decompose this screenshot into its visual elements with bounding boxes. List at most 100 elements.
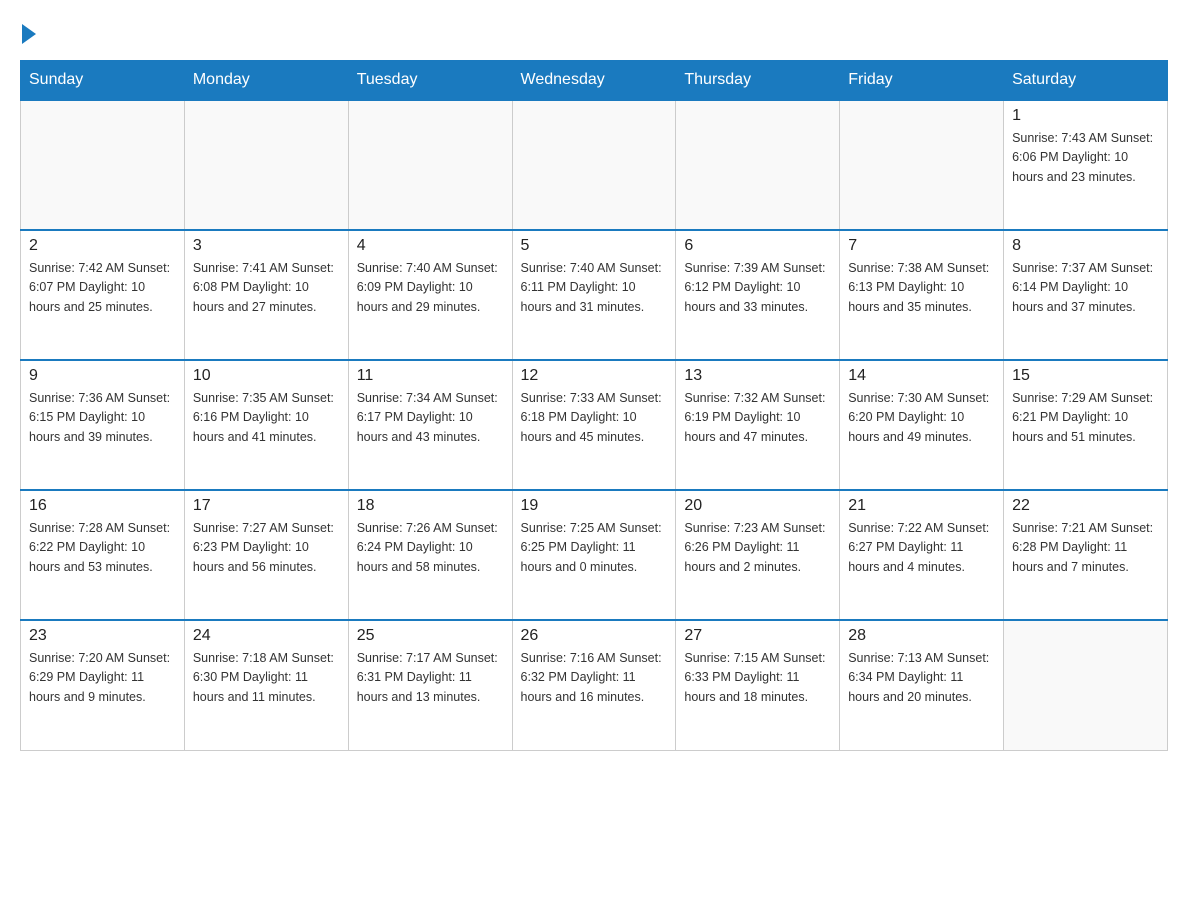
day-number: 8 [1012, 237, 1159, 255]
cell-detail: Sunrise: 7:15 AM Sunset: 6:33 PM Dayligh… [684, 649, 831, 707]
cell-detail: Sunrise: 7:42 AM Sunset: 6:07 PM Dayligh… [29, 259, 176, 317]
day-number: 15 [1012, 367, 1159, 385]
cell-detail: Sunrise: 7:26 AM Sunset: 6:24 PM Dayligh… [357, 519, 504, 577]
day-number: 1 [1012, 107, 1159, 125]
calendar-cell: 15 Sunrise: 7:29 AM Sunset: 6:21 PM Dayli… [1004, 360, 1168, 490]
calendar-cell: 16 Sunrise: 7:28 AM Sunset: 6:22 PM Dayli… [21, 490, 185, 620]
calendar-cell [348, 100, 512, 230]
day-number: 11 [357, 367, 504, 385]
calendar-cell: 7Sunrise: 7:38 AM Sunset: 6:13 PM Daylig… [840, 230, 1004, 360]
weekday-header-thursday: Thursday [676, 61, 840, 101]
calendar-cell: 11 Sunrise: 7:34 AM Sunset: 6:17 PM Dayli… [348, 360, 512, 490]
calendar-cell: 14 Sunrise: 7:30 AM Sunset: 6:20 PM Dayli… [840, 360, 1004, 490]
cell-detail: Sunrise: 7:29 AM Sunset: 6:21 PM Dayligh… [1012, 389, 1159, 447]
calendar-cell: 20 Sunrise: 7:23 AM Sunset: 6:26 PM Dayli… [676, 490, 840, 620]
day-number: 7 [848, 237, 995, 255]
cell-detail: Sunrise: 7:40 AM Sunset: 6:09 PM Dayligh… [357, 259, 504, 317]
day-number: 25 [357, 627, 504, 645]
day-number: 3 [193, 237, 340, 255]
day-number: 28 [848, 627, 995, 645]
weekday-header-saturday: Saturday [1004, 61, 1168, 101]
day-number: 26 [521, 627, 668, 645]
cell-detail: Sunrise: 7:41 AM Sunset: 6:08 PM Dayligh… [193, 259, 340, 317]
weekday-header-tuesday: Tuesday [348, 61, 512, 101]
weekday-header-friday: Friday [840, 61, 1004, 101]
cell-detail: Sunrise: 7:17 AM Sunset: 6:31 PM Dayligh… [357, 649, 504, 707]
calendar-week-row: 9 Sunrise: 7:36 AM Sunset: 6:15 PM Daylig… [21, 360, 1168, 490]
day-number: 16 [29, 497, 176, 515]
logo-arrow-icon [22, 24, 36, 44]
cell-detail: Sunrise: 7:16 AM Sunset: 6:32 PM Dayligh… [521, 649, 668, 707]
calendar-cell: 6 Sunrise: 7:39 AM Sunset: 6:12 PM Daylig… [676, 230, 840, 360]
weekday-header-sunday: Sunday [21, 61, 185, 101]
cell-detail: Sunrise: 7:30 AM Sunset: 6:20 PM Dayligh… [848, 389, 995, 447]
calendar-week-row: 1 Sunrise: 7:43 AM Sunset: 6:06 PM Daylig… [21, 100, 1168, 230]
calendar-cell: 25 Sunrise: 7:17 AM Sunset: 6:31 PM Dayli… [348, 620, 512, 750]
cell-detail: Sunrise: 7:33 AM Sunset: 6:18 PM Dayligh… [521, 389, 668, 447]
weekday-header-monday: Monday [184, 61, 348, 101]
calendar-cell: 10 Sunrise: 7:35 AM Sunset: 6:16 PM Dayli… [184, 360, 348, 490]
calendar-cell: 4 Sunrise: 7:40 AM Sunset: 6:09 PM Daylig… [348, 230, 512, 360]
calendar-cell: 19 Sunrise: 7:25 AM Sunset: 6:25 PM Dayli… [512, 490, 676, 620]
weekday-header-row: SundayMondayTuesdayWednesdayThursdayFrid… [21, 61, 1168, 101]
logo [20, 20, 36, 44]
day-number: 9 [29, 367, 176, 385]
calendar-cell: 21Sunrise: 7:22 AM Sunset: 6:27 PM Dayli… [840, 490, 1004, 620]
cell-detail: Sunrise: 7:23 AM Sunset: 6:26 PM Dayligh… [684, 519, 831, 577]
day-number: 22 [1012, 497, 1159, 515]
weekday-header-wednesday: Wednesday [512, 61, 676, 101]
calendar-cell: 23Sunrise: 7:20 AM Sunset: 6:29 PM Dayli… [21, 620, 185, 750]
calendar-cell [1004, 620, 1168, 750]
day-number: 5 [521, 237, 668, 255]
calendar-week-row: 16 Sunrise: 7:28 AM Sunset: 6:22 PM Dayli… [21, 490, 1168, 620]
cell-detail: Sunrise: 7:18 AM Sunset: 6:30 PM Dayligh… [193, 649, 340, 707]
cell-detail: Sunrise: 7:25 AM Sunset: 6:25 PM Dayligh… [521, 519, 668, 577]
calendar-cell: 5 Sunrise: 7:40 AM Sunset: 6:11 PM Daylig… [512, 230, 676, 360]
cell-detail: Sunrise: 7:20 AM Sunset: 6:29 PM Dayligh… [29, 649, 176, 707]
day-number: 21 [848, 497, 995, 515]
cell-detail: Sunrise: 7:40 AM Sunset: 6:11 PM Dayligh… [521, 259, 668, 317]
cell-detail: Sunrise: 7:35 AM Sunset: 6:16 PM Dayligh… [193, 389, 340, 447]
calendar-cell: 12 Sunrise: 7:33 AM Sunset: 6:18 PM Dayli… [512, 360, 676, 490]
calendar-cell: 18Sunrise: 7:26 AM Sunset: 6:24 PM Dayli… [348, 490, 512, 620]
calendar-cell: 28 Sunrise: 7:13 AM Sunset: 6:34 PM Dayli… [840, 620, 1004, 750]
calendar-cell: 17 Sunrise: 7:27 AM Sunset: 6:23 PM Dayli… [184, 490, 348, 620]
calendar-cell [184, 100, 348, 230]
cell-detail: Sunrise: 7:13 AM Sunset: 6:34 PM Dayligh… [848, 649, 995, 707]
day-number: 19 [521, 497, 668, 515]
cell-detail: Sunrise: 7:34 AM Sunset: 6:17 PM Dayligh… [357, 389, 504, 447]
calendar-week-row: 2Sunrise: 7:42 AM Sunset: 6:07 PM Daylig… [21, 230, 1168, 360]
calendar-cell [21, 100, 185, 230]
calendar-cell: 13 Sunrise: 7:32 AM Sunset: 6:19 PM Dayli… [676, 360, 840, 490]
day-number: 4 [357, 237, 504, 255]
cell-detail: Sunrise: 7:32 AM Sunset: 6:19 PM Dayligh… [684, 389, 831, 447]
calendar-cell: 2Sunrise: 7:42 AM Sunset: 6:07 PM Daylig… [21, 230, 185, 360]
day-number: 20 [684, 497, 831, 515]
calendar-cell: 9 Sunrise: 7:36 AM Sunset: 6:15 PM Daylig… [21, 360, 185, 490]
calendar-week-row: 23Sunrise: 7:20 AM Sunset: 6:29 PM Dayli… [21, 620, 1168, 750]
calendar-cell: 26 Sunrise: 7:16 AM Sunset: 6:32 PM Dayli… [512, 620, 676, 750]
calendar-cell: 27 Sunrise: 7:15 AM Sunset: 6:33 PM Dayli… [676, 620, 840, 750]
cell-detail: Sunrise: 7:37 AM Sunset: 6:14 PM Dayligh… [1012, 259, 1159, 317]
day-number: 13 [684, 367, 831, 385]
calendar-cell: 3 Sunrise: 7:41 AM Sunset: 6:08 PM Daylig… [184, 230, 348, 360]
cell-detail: Sunrise: 7:36 AM Sunset: 6:15 PM Dayligh… [29, 389, 176, 447]
cell-detail: Sunrise: 7:28 AM Sunset: 6:22 PM Dayligh… [29, 519, 176, 577]
cell-detail: Sunrise: 7:43 AM Sunset: 6:06 PM Dayligh… [1012, 129, 1159, 187]
cell-detail: Sunrise: 7:39 AM Sunset: 6:12 PM Dayligh… [684, 259, 831, 317]
calendar-cell [676, 100, 840, 230]
cell-detail: Sunrise: 7:27 AM Sunset: 6:23 PM Dayligh… [193, 519, 340, 577]
calendar-cell [840, 100, 1004, 230]
calendar-cell: 8 Sunrise: 7:37 AM Sunset: 6:14 PM Daylig… [1004, 230, 1168, 360]
day-number: 10 [193, 367, 340, 385]
day-number: 27 [684, 627, 831, 645]
calendar-table: SundayMondayTuesdayWednesdayThursdayFrid… [20, 60, 1168, 751]
calendar-cell: 22 Sunrise: 7:21 AM Sunset: 6:28 PM Dayli… [1004, 490, 1168, 620]
page-header [20, 20, 1168, 44]
cell-detail: Sunrise: 7:21 AM Sunset: 6:28 PM Dayligh… [1012, 519, 1159, 577]
day-number: 17 [193, 497, 340, 515]
day-number: 6 [684, 237, 831, 255]
day-number: 14 [848, 367, 995, 385]
day-number: 12 [521, 367, 668, 385]
calendar-cell [512, 100, 676, 230]
